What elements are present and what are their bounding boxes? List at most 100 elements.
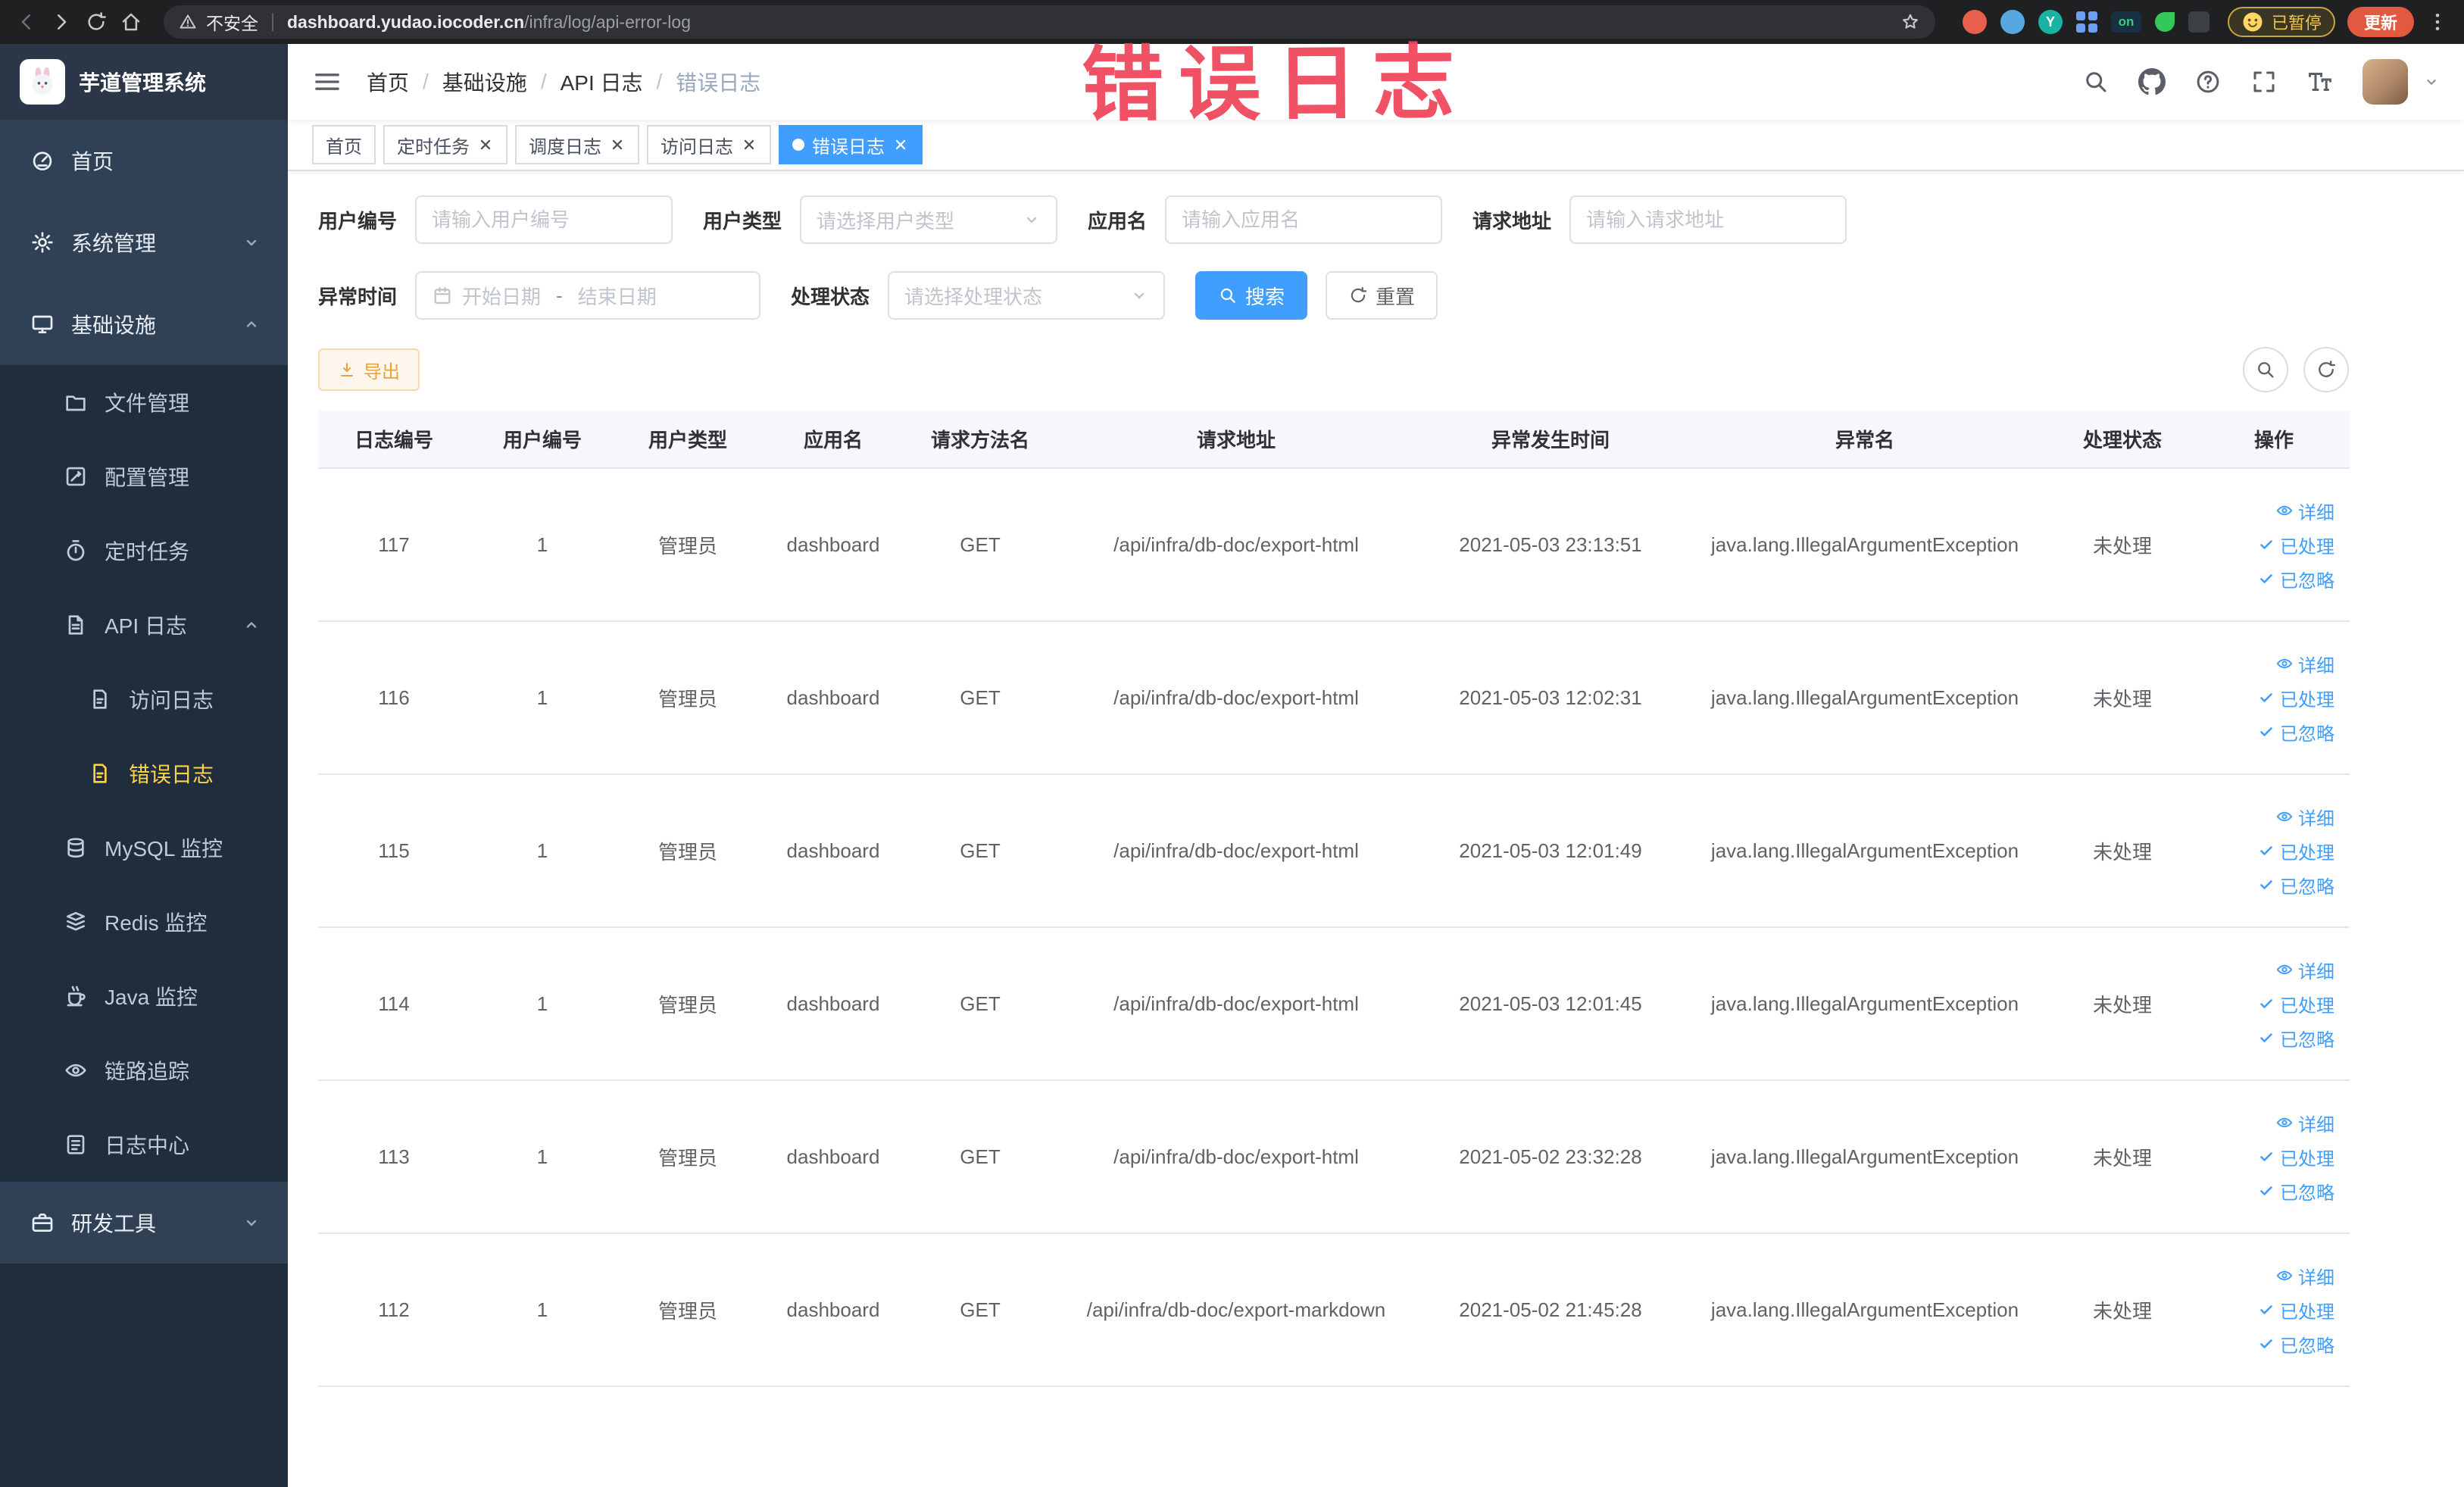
bookmark-star-icon[interactable] xyxy=(1900,12,1920,32)
sidebar-item-redis[interactable]: Redis 监控 xyxy=(0,885,288,959)
exception-time-range-picker[interactable]: 开始日期 - 结束日期 xyxy=(415,271,761,320)
action-processed-link[interactable]: 已处理 xyxy=(2257,1144,2334,1170)
hamburger-icon[interactable] xyxy=(312,67,342,97)
column-header: 用户编号 xyxy=(470,411,615,469)
action-label: 详细 xyxy=(2298,961,2334,982)
action-processed-link[interactable]: 已处理 xyxy=(2257,685,2334,711)
browser-back-icon[interactable] xyxy=(15,11,38,33)
user-type-select[interactable]: 请选择用户类型 xyxy=(800,195,1058,244)
sidebar-item-label: 定时任务 xyxy=(105,540,190,564)
sidebar-item-infra[interactable]: 基础设施 xyxy=(0,283,288,365)
tab-access-log[interactable]: 访问日志 xyxy=(647,125,771,164)
sidebar-item-java[interactable]: Java 监控 xyxy=(0,959,288,1033)
check-icon xyxy=(2257,842,2275,860)
action-detail-link[interactable]: 详细 xyxy=(2275,651,2334,677)
sidebar-item-config[interactable]: 配置管理 xyxy=(0,439,288,514)
sidebar-item-label: API 日志 xyxy=(105,614,187,638)
extension-icon[interactable] xyxy=(2154,12,2175,32)
tab-error-log[interactable]: 错误日志 xyxy=(779,125,923,164)
sidebar-item-access-log[interactable]: 访问日志 xyxy=(0,662,288,736)
breadcrumb-item[interactable]: 基础设施 xyxy=(442,67,527,97)
export-button[interactable]: 导出 xyxy=(318,348,420,391)
action-ignored-link[interactable]: 已忽略 xyxy=(2257,719,2334,745)
sidebar-item-dev-tools[interactable]: 研发工具 xyxy=(0,1182,288,1264)
action-detail-link[interactable]: 详细 xyxy=(2275,1263,2334,1289)
eye-icon xyxy=(64,1058,88,1082)
font-size-icon[interactable] xyxy=(2306,68,2334,95)
browser-update-button[interactable]: 更新 xyxy=(2347,7,2414,37)
folder-icon xyxy=(64,390,88,414)
user-id-input[interactable] xyxy=(415,195,673,244)
reset-button[interactable]: 重置 xyxy=(1326,271,1438,320)
sidebar-item-label: 配置管理 xyxy=(105,466,190,489)
extension-icon[interactable]: on xyxy=(2110,11,2141,33)
tab-job[interactable]: 定时任务 xyxy=(383,125,507,164)
user-avatar[interactable] xyxy=(2363,59,2408,105)
extension-icon[interactable] xyxy=(2075,11,2097,33)
close-icon[interactable] xyxy=(741,136,757,153)
extension-icon[interactable]: Y xyxy=(2038,10,2063,34)
action-processed-link[interactable]: 已处理 xyxy=(2257,532,2334,558)
sidebar-item-error-log[interactable]: 错误日志 xyxy=(0,736,288,811)
breadcrumb-item[interactable]: API 日志 xyxy=(561,67,643,97)
profile-paused-badge[interactable]: 已暂停 xyxy=(2227,7,2335,37)
cell-actions: 详细已处理已忽略 xyxy=(2198,1233,2350,1387)
search-button[interactable]: 搜索 xyxy=(1195,271,1308,320)
browser-home-icon[interactable] xyxy=(120,11,142,33)
active-tab-dot xyxy=(792,139,804,151)
sidebar-item-mysql[interactable]: MySQL 监控 xyxy=(0,811,288,885)
sidebar-item-home[interactable]: 首页 xyxy=(0,120,288,201)
action-ignored-link[interactable]: 已忽略 xyxy=(2257,566,2334,592)
sidebar-item-system[interactable]: 系统管理 xyxy=(0,201,288,283)
address-bar[interactable]: 不安全 dashboard.yudao.iocoder.cn/infra/log… xyxy=(164,5,1935,39)
url-path: /infra/log/api-error-log xyxy=(524,11,691,32)
process-status-select[interactable]: 请选择处理状态 xyxy=(888,271,1166,320)
sidebar-item-api-log[interactable]: API 日志 xyxy=(0,588,288,662)
help-icon[interactable] xyxy=(2194,68,2222,95)
cell-time: 2021-05-03 23:13:51 xyxy=(1418,468,1683,622)
action-detail-link[interactable]: 详细 xyxy=(2275,1110,2334,1136)
action-detail-link[interactable]: 详细 xyxy=(2275,804,2334,830)
request-url-input[interactable] xyxy=(1569,195,1847,244)
cell-app-name: dashboard xyxy=(760,1233,906,1387)
check-icon xyxy=(2257,536,2275,554)
github-icon[interactable] xyxy=(2138,68,2166,95)
action-processed-link[interactable]: 已处理 xyxy=(2257,838,2334,864)
refresh-table-button[interactable] xyxy=(2303,347,2349,392)
action-label: 已忽略 xyxy=(2280,1182,2334,1204)
close-icon[interactable] xyxy=(892,136,909,153)
action-ignored-link[interactable]: 已忽略 xyxy=(2257,872,2334,898)
browser-forward-icon[interactable] xyxy=(50,11,73,33)
search-icon[interactable] xyxy=(2082,68,2110,95)
action-ignored-link[interactable]: 已忽略 xyxy=(2257,1025,2334,1051)
toggle-search-button[interactable] xyxy=(2243,347,2288,392)
app-logo-row[interactable]: 芋道管理系统 xyxy=(0,44,288,120)
process-status-label: 处理状态 xyxy=(791,285,870,308)
sidebar-item-file[interactable]: 文件管理 xyxy=(0,365,288,439)
action-processed-link[interactable]: 已处理 xyxy=(2257,1297,2334,1323)
tab-home[interactable]: 首页 xyxy=(312,125,376,164)
action-detail-link[interactable]: 详细 xyxy=(2275,957,2334,983)
sidebar-item-trace[interactable]: 链路追踪 xyxy=(0,1033,288,1107)
java-icon xyxy=(64,984,88,1008)
chevron-down-icon xyxy=(242,1214,261,1232)
extension-icon[interactable] xyxy=(1962,10,1987,34)
extension-icon[interactable] xyxy=(2000,10,2025,34)
close-icon[interactable] xyxy=(609,136,626,153)
action-ignored-link[interactable]: 已忽略 xyxy=(2257,1331,2334,1357)
sidebar-item-job[interactable]: 定时任务 xyxy=(0,514,288,588)
caret-down-icon[interactable] xyxy=(2423,73,2440,90)
sidebar-item-log-center[interactable]: 日志中心 xyxy=(0,1107,288,1182)
tab-job-log[interactable]: 调度日志 xyxy=(515,125,639,164)
breadcrumb-item[interactable]: 首页 xyxy=(367,67,409,97)
fullscreen-icon[interactable] xyxy=(2250,68,2278,95)
check-icon xyxy=(2257,995,2275,1013)
close-icon[interactable] xyxy=(477,136,494,153)
browser-menu-kebab-icon[interactable] xyxy=(2426,11,2449,33)
action-detail-link[interactable]: 详细 xyxy=(2275,498,2334,524)
extension-icon[interactable] xyxy=(2188,11,2209,33)
browser-reload-icon[interactable] xyxy=(85,11,108,33)
action-ignored-link[interactable]: 已忽略 xyxy=(2257,1178,2334,1204)
app-name-input[interactable] xyxy=(1165,195,1443,244)
action-processed-link[interactable]: 已处理 xyxy=(2257,991,2334,1017)
